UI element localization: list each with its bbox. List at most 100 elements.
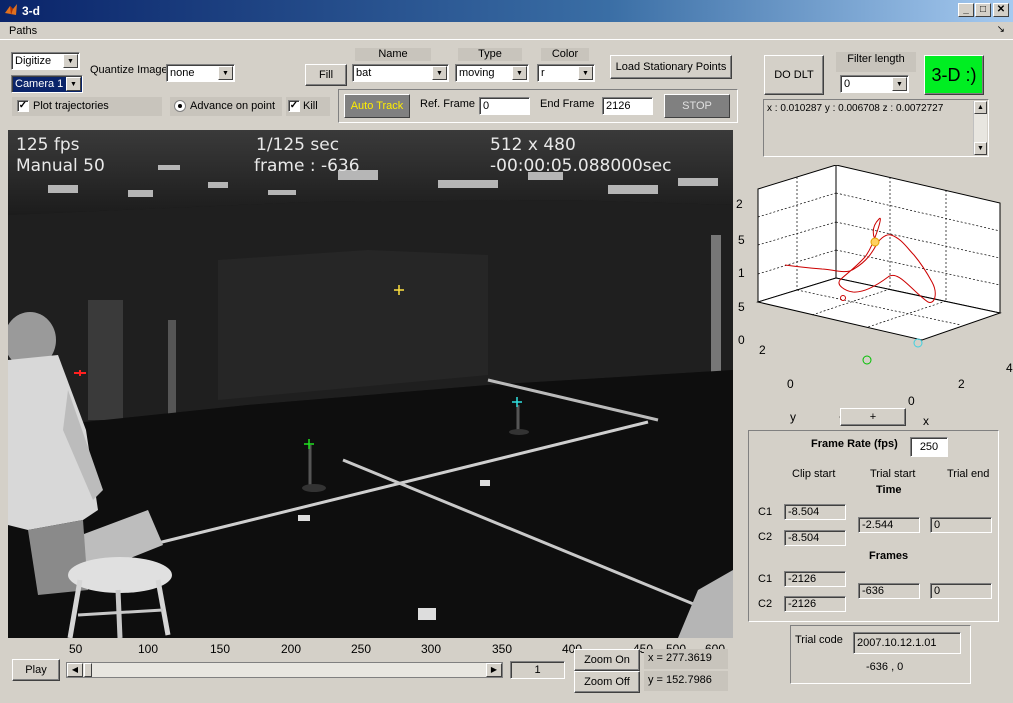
frames-header: Frames	[869, 550, 909, 562]
x-tick: 200	[281, 642, 302, 656]
frames-trial-end: 0	[930, 583, 992, 599]
quantize-select[interactable]: none ▼	[166, 64, 235, 82]
menu-bar: Paths ↘	[0, 22, 1013, 40]
c1-label: C1	[758, 573, 773, 585]
end-frame-input[interactable]: 2126	[602, 97, 653, 115]
x-tick: 2	[958, 377, 965, 391]
maximize-button[interactable]: □	[975, 3, 991, 17]
plot-trajectories-checkbox[interactable]: ✓	[17, 100, 29, 112]
y-tick: 2	[759, 343, 766, 357]
y-axis-label: y	[790, 410, 796, 424]
x-axis-label: x	[923, 414, 929, 428]
c1-label: C1	[758, 506, 773, 518]
time-header: Time	[876, 484, 902, 496]
frames-c2-clip-start: -2126	[784, 596, 846, 612]
zoom-off-button[interactable]: Zoom Off	[574, 671, 640, 693]
x-tick: 100	[138, 642, 159, 656]
menu-paths[interactable]: Paths	[9, 25, 37, 37]
time-c2-clip-start: -8.504	[784, 530, 846, 546]
trial-code-label: Trial code	[795, 634, 843, 646]
frame-number-field[interactable]: 1	[510, 661, 565, 679]
zoom-on-button[interactable]: Zoom On	[574, 649, 640, 671]
trial-end-header: Trial end	[947, 468, 990, 480]
title-bar: 3-d _ □ ✕	[0, 0, 1013, 22]
x-tick: 0	[908, 394, 915, 408]
camera-select-value: Camera 1	[15, 78, 64, 90]
slider-right-icon[interactable]: ▶	[486, 663, 502, 677]
scroll-down-icon[interactable]: ▼	[974, 142, 987, 155]
z-tick: 0	[738, 333, 745, 347]
stop-button[interactable]: STOP	[664, 94, 730, 118]
quantize-label: Quantize Image	[90, 64, 168, 76]
load-stationary-points-button[interactable]: Load Stationary Points	[610, 55, 732, 79]
xyz-readout-text: x : 0.010287 y : 0.006708 z : 0.0072727	[767, 103, 944, 114]
quantize-select-value: none	[170, 67, 195, 79]
color-header: Color	[541, 48, 589, 61]
chevron-down-icon[interactable]: ▼	[218, 66, 233, 80]
x-coordinate-readout: x = 277.3619	[644, 649, 728, 669]
x-tick: 250	[351, 642, 372, 656]
video-scene	[8, 130, 733, 638]
plot-plus-button[interactable]: +	[840, 408, 906, 426]
name-select-value: bat	[356, 67, 372, 79]
filter-length-header: Filter length	[836, 52, 916, 72]
chevron-down-icon[interactable]: ▼	[892, 77, 907, 91]
scroll-up-icon[interactable]: ▲	[974, 101, 987, 114]
frame-rate-input[interactable]: 250	[910, 437, 948, 457]
close-button[interactable]: ✕	[993, 3, 1009, 17]
advance-on-point-radio[interactable]	[174, 100, 186, 112]
filter-length-value: 0	[844, 78, 851, 90]
ref-frame-label: Ref. Frame	[420, 98, 476, 110]
dock-arrow-icon[interactable]: ↘	[997, 24, 1005, 35]
trial-start-header: Trial start	[870, 468, 916, 480]
time-overlay: -00:00:05.088000sec	[490, 156, 672, 176]
z-tick: 2	[736, 197, 743, 211]
x-tick: 300	[421, 642, 442, 656]
filter-length-select[interactable]: 0 ▼	[840, 75, 909, 93]
fps-overlay: 125 fps	[16, 135, 80, 155]
ref-frame-input[interactable]: 0	[479, 97, 530, 115]
plot-trajectories-label: Plot trajectories	[33, 100, 109, 112]
type-header: Type	[458, 48, 522, 61]
chevron-down-icon[interactable]: ▼	[512, 66, 527, 80]
x-tick: 50	[69, 642, 83, 656]
frame-slider[interactable]: ◀ ▶	[66, 662, 503, 678]
slider-thumb[interactable]	[84, 663, 92, 677]
kill-label: Kill	[303, 100, 318, 112]
do-dlt-button[interactable]: DO DLT	[764, 55, 824, 95]
mode-select[interactable]: Digitize ▼	[11, 52, 80, 70]
manual-overlay: Manual 50	[16, 156, 105, 176]
three-d-button[interactable]: 3-D :)	[924, 55, 984, 95]
chevron-down-icon[interactable]: ▼	[66, 77, 81, 91]
readout-scrollbar[interactable]: ▲ ▼	[973, 101, 987, 155]
slider-left-icon[interactable]: ◀	[67, 663, 83, 677]
y-tick: 0	[787, 377, 794, 391]
trial-code-field[interactable]: 2007.10.12.1.01	[853, 632, 961, 654]
play-button[interactable]: Play	[12, 659, 60, 681]
time-c1-clip-start: -8.504	[784, 504, 846, 520]
fill-button[interactable]: Fill	[305, 64, 347, 86]
color-select[interactable]: r ▼	[537, 64, 595, 82]
frame-rate-label: Frame Rate (fps)	[811, 438, 898, 450]
x-tick: 150	[210, 642, 231, 656]
color-select-value: r	[541, 67, 545, 79]
video-frame[interactable]: 125 fps 1/125 sec 512 x 480 Manual 50 fr…	[8, 130, 733, 638]
window-title: 3-d	[22, 4, 40, 18]
x-tick: 4	[1006, 361, 1013, 375]
trajectory-3d-plot[interactable]: 2 5 1 5 0 2 0 - 0 2 4 y x	[736, 164, 1013, 428]
z-tick: 5	[738, 233, 745, 247]
chevron-down-icon[interactable]: ▼	[578, 66, 593, 80]
advance-on-point-label: Advance on point	[190, 100, 276, 112]
camera-select[interactable]: Camera 1 ▼	[11, 75, 83, 93]
chevron-down-icon[interactable]: ▼	[63, 54, 78, 68]
frame-overlay: frame : -636	[254, 156, 360, 176]
chevron-down-icon[interactable]: ▼	[432, 66, 447, 80]
minimize-button[interactable]: _	[958, 3, 974, 17]
type-select[interactable]: moving ▼	[455, 64, 529, 82]
frames-c1-clip-start: -2126	[784, 571, 846, 587]
kill-checkbox[interactable]: ✓	[288, 100, 300, 112]
name-select[interactable]: bat ▼	[352, 64, 449, 82]
shutter-overlay: 1/125 sec	[256, 135, 340, 155]
clip-start-header: Clip start	[792, 468, 836, 480]
auto-track-button[interactable]: Auto Track	[344, 94, 410, 118]
